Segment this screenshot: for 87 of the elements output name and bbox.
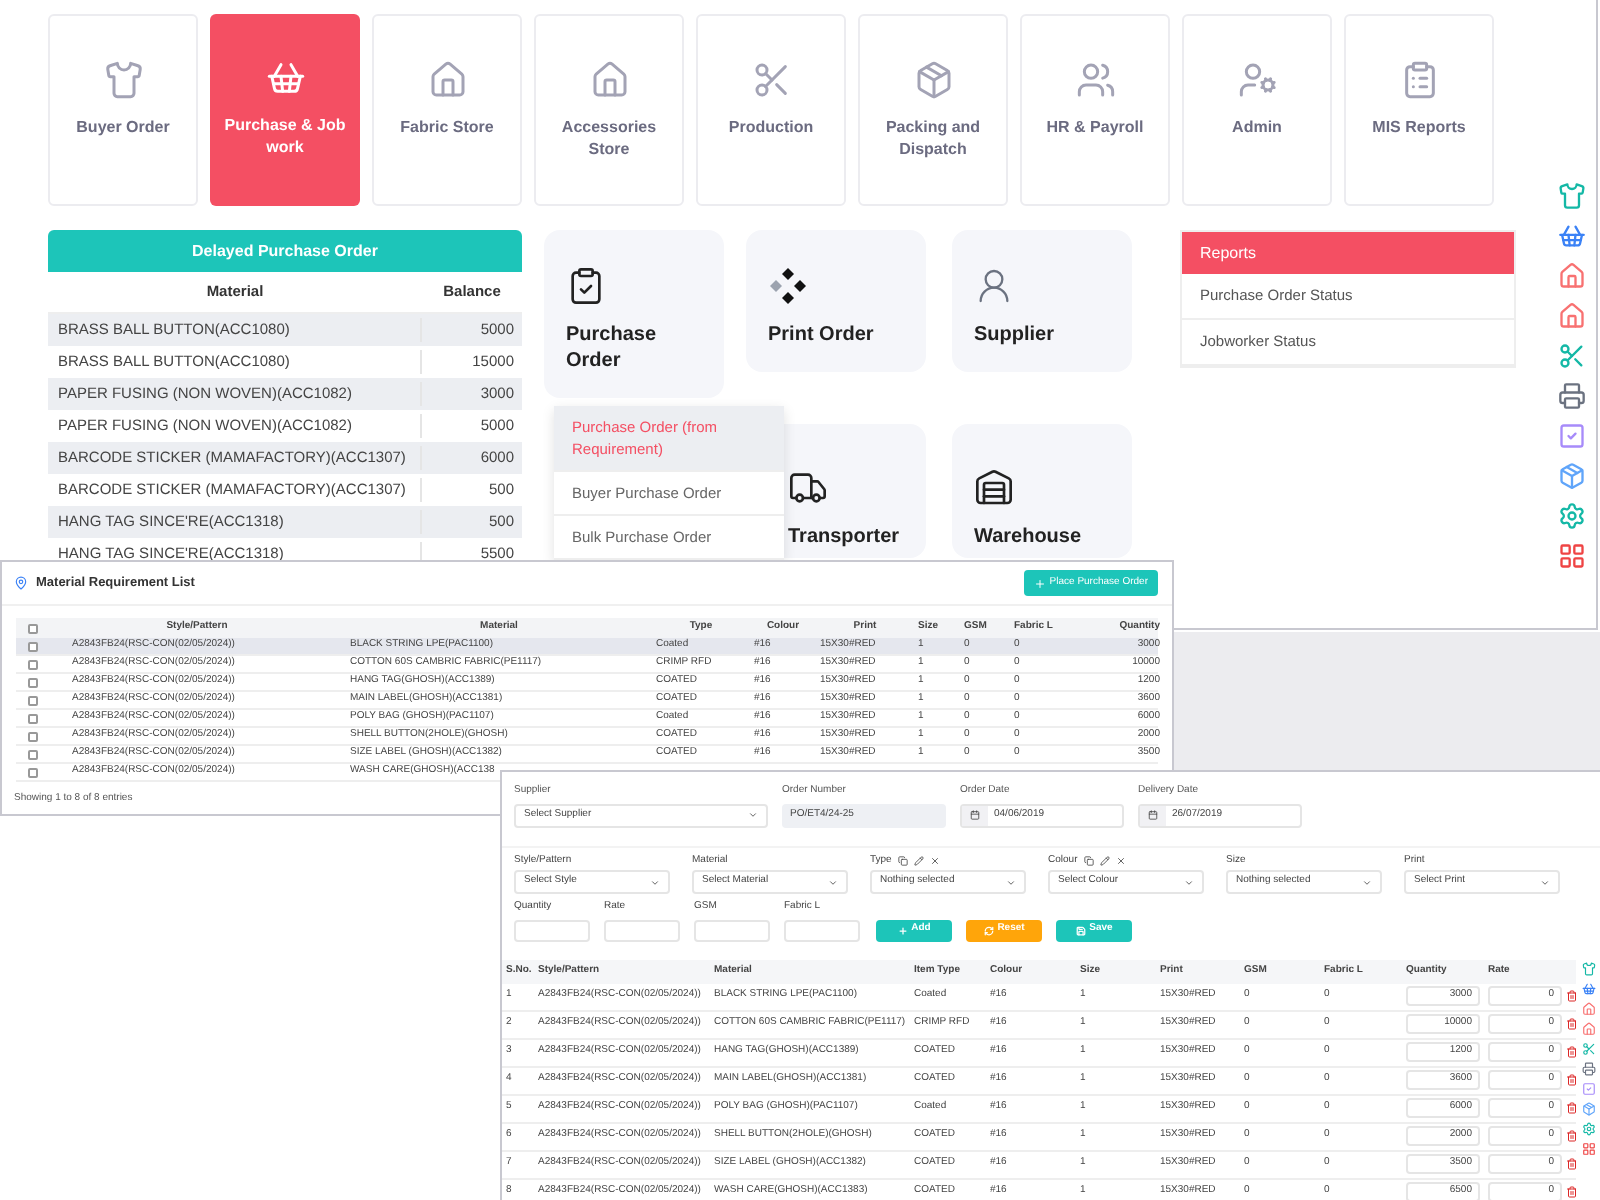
module-card[interactable]: Fabric Store <box>372 14 522 206</box>
basket-icon[interactable] <box>1582 982 1596 996</box>
input-field[interactable] <box>514 919 590 941</box>
caret-icon <box>1184 877 1194 887</box>
trash-icon[interactable] <box>1566 1074 1578 1086</box>
copy-icon[interactable] <box>1083 856 1094 866</box>
trash-icon[interactable] <box>1566 1130 1578 1142</box>
checkbox[interactable] <box>27 749 37 759</box>
grid-icon[interactable] <box>1558 542 1586 570</box>
module-card[interactable]: Production <box>696 14 846 206</box>
trash-icon[interactable] <box>1566 1102 1578 1114</box>
box-icon <box>913 60 953 100</box>
panel-header: Delayed Purchase Order <box>48 230 522 272</box>
shirt-icon[interactable] <box>1558 182 1586 210</box>
house-icon[interactable] <box>1582 1022 1596 1036</box>
house-icon <box>427 60 467 100</box>
checkbox[interactable] <box>27 695 37 705</box>
checkbox-icon[interactable] <box>1582 1082 1596 1096</box>
clipboard-icon <box>566 266 606 306</box>
caret-icon <box>1006 877 1016 887</box>
trash-icon[interactable] <box>1566 1186 1578 1198</box>
module-card[interactable]: Packing and Dispatch <box>858 14 1008 206</box>
house-icon <box>589 60 629 100</box>
users-icon <box>1075 60 1115 100</box>
input-field[interactable] <box>604 919 680 941</box>
diamonds-icon <box>768 266 808 306</box>
warehouse-icon <box>974 468 1014 508</box>
checkbox-icon[interactable] <box>1558 422 1586 450</box>
calendar-icon <box>1148 810 1158 820</box>
checkbox[interactable] <box>27 713 37 723</box>
truck-icon <box>788 468 828 508</box>
printer-icon[interactable] <box>1558 382 1586 410</box>
calendar-icon <box>970 810 980 820</box>
grid-icon[interactable] <box>1582 1142 1596 1156</box>
checkbox[interactable] <box>27 659 37 669</box>
basket-icon[interactable] <box>1558 222 1586 250</box>
input-field[interactable] <box>784 919 860 941</box>
user-icon <box>974 266 1014 306</box>
module-card[interactable]: Buyer Order <box>48 14 198 206</box>
shortcut-tile[interactable]: Purchase Order <box>544 230 724 398</box>
box-icon[interactable] <box>1558 462 1586 490</box>
panel-header: Reports <box>1182 232 1514 274</box>
trash-icon[interactable] <box>1566 1018 1578 1030</box>
module-card[interactable]: Admin <box>1182 14 1332 206</box>
scissors-icon <box>751 60 791 100</box>
refresh-icon <box>983 925 994 935</box>
save-icon <box>1075 925 1086 935</box>
checkbox[interactable] <box>27 641 37 651</box>
shortcut-tile[interactable]: Warehouse <box>952 424 1132 558</box>
house-icon[interactable] <box>1582 1002 1596 1016</box>
gear-icon[interactable] <box>1558 502 1586 530</box>
clipboard-icon <box>1399 60 1439 100</box>
pencil-icon[interactable] <box>913 856 924 866</box>
house-icon[interactable] <box>1558 302 1586 330</box>
shortcut-tile[interactable]: Supplier <box>952 230 1132 372</box>
shortcut-tile[interactable]: Print Order <box>746 230 926 372</box>
checkbox[interactable] <box>27 677 37 687</box>
basket-icon <box>265 58 305 98</box>
shirt-icon[interactable] <box>1582 962 1596 976</box>
scissors-icon[interactable] <box>1558 342 1586 370</box>
caret-icon <box>748 810 758 820</box>
checkbox[interactable] <box>27 731 37 741</box>
trash-icon[interactable] <box>1566 1158 1578 1170</box>
box-icon[interactable] <box>1582 1102 1596 1116</box>
checkbox[interactable] <box>27 623 37 633</box>
shirt-icon <box>103 60 143 100</box>
checkbox[interactable] <box>27 767 37 777</box>
plus-icon <box>897 925 908 935</box>
printer-icon[interactable] <box>1582 1062 1596 1076</box>
copy-icon[interactable] <box>897 856 908 866</box>
house-icon[interactable] <box>1558 262 1586 290</box>
gear-icon[interactable] <box>1582 1122 1596 1136</box>
caret-icon <box>1362 877 1372 887</box>
module-card[interactable]: MIS Reports <box>1344 14 1494 206</box>
caret-icon <box>650 877 660 887</box>
pencil-icon[interactable] <box>1099 856 1110 866</box>
pin-icon <box>14 576 28 590</box>
scissors-icon[interactable] <box>1582 1042 1596 1056</box>
input-field[interactable] <box>694 919 770 941</box>
trash-icon[interactable] <box>1566 1046 1578 1058</box>
caret-icon <box>1540 877 1550 887</box>
trash-icon[interactable] <box>1566 990 1578 1002</box>
caret-icon <box>828 877 838 887</box>
user-gear-icon <box>1237 60 1277 100</box>
plus-icon <box>1033 577 1046 589</box>
module-card[interactable]: HR & Payroll <box>1020 14 1170 206</box>
module-card[interactable]: Accessories Store <box>534 14 684 206</box>
